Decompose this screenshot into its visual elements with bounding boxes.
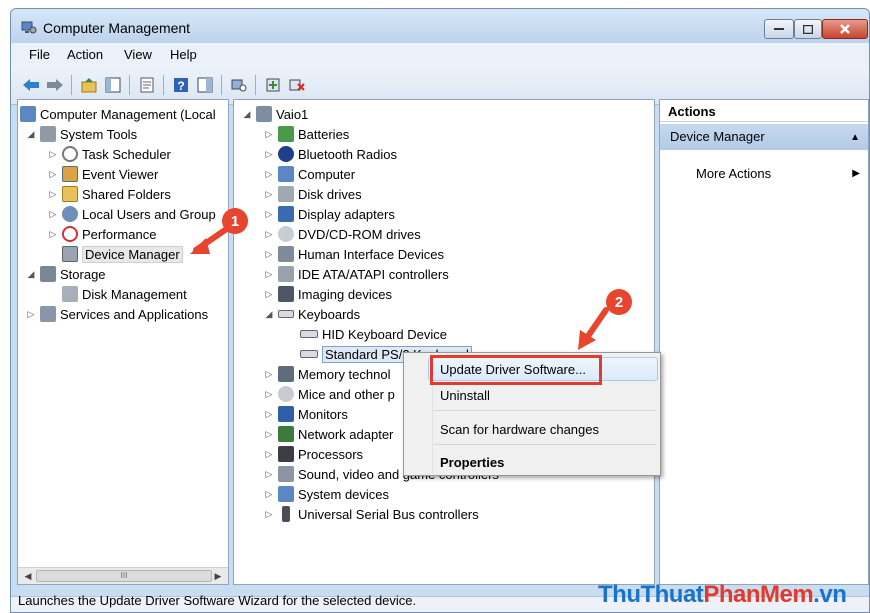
watermark-part3: .vn [813, 581, 847, 608]
watermark: ThuThuatPhanMem.vn [598, 581, 847, 609]
watermark-part2: PhanMem [703, 581, 814, 608]
annotation-arrows [190, 225, 609, 350]
watermark-part1: ThuThuat [598, 581, 704, 608]
step-badge-2: 2 [606, 289, 632, 315]
step-badge-1: 1 [222, 208, 248, 234]
status-text: Launches the Update Driver Software Wiza… [18, 593, 417, 608]
